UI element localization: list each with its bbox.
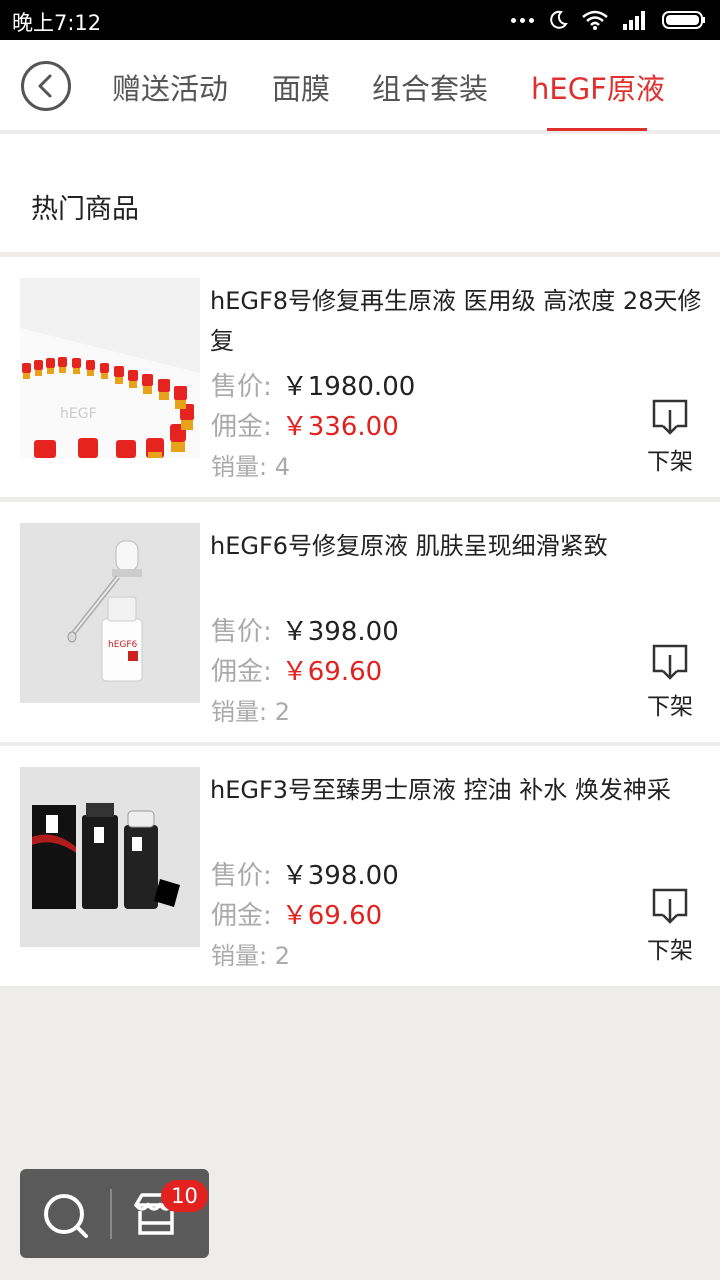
takedown-button[interactable]: 下架 (646, 643, 694, 721)
sales-count: 销量: 2 (211, 942, 290, 970)
commission-row: 佣金: ￥69.60 (211, 651, 382, 688)
search-icon[interactable] (42, 1192, 90, 1240)
status-bar: 晚上7:12 (0, 0, 720, 40)
sales-count: 销量: 4 (211, 453, 290, 481)
price-value: ￥398.00 (281, 617, 399, 647)
price-value: ￥398.00 (281, 861, 399, 891)
price-label: 售价: (211, 861, 272, 891)
takedown-icon (652, 399, 688, 435)
product-name[interactable]: hEGF8号修复再生原液 医用级 高浓度 28天修复 (210, 281, 705, 361)
tab-masks[interactable]: 面膜 (272, 66, 330, 108)
back-button[interactable] (21, 61, 71, 111)
moon-icon (550, 10, 568, 29)
svg-text:hEGF6: hEGF6 (108, 640, 138, 650)
takedown-label: 下架 (647, 449, 693, 475)
tab-hegf-serum[interactable]: hEGF原液 (531, 66, 665, 108)
tab-gift-activity[interactable]: 赠送活动 (112, 66, 228, 108)
status-time: 晚上7:12 (12, 11, 102, 35)
price-row: 售价: ￥398.00 (211, 855, 399, 892)
price-row: 售价: ￥398.00 (211, 611, 399, 648)
sales-count: 销量: 2 (211, 698, 290, 726)
commission-label: 佣金: (211, 657, 272, 687)
more-dots-icon (511, 17, 534, 23)
section-header: 热门商品 (0, 134, 720, 252)
price-row: 售价: ￥1980.00 (211, 366, 415, 403)
chevron-left-icon (38, 74, 52, 98)
active-tab-indicator (547, 128, 647, 131)
takedown-label: 下架 (647, 694, 693, 720)
commission-row: 佣金: ￥69.60 (211, 895, 382, 932)
product-name[interactable]: hEGF3号至臻男士原液 控油 补水 焕发神采 (210, 770, 705, 810)
price-label: 售价: (211, 617, 272, 647)
signal-icon (623, 11, 645, 30)
product-image-dropper: hEGF6 (20, 523, 200, 703)
product-item[interactable]: hEGF6 hEGF6号修复原液 肌肤呈现细滑紧致 售价: ￥398.00 佣金:… (0, 502, 720, 742)
status-icons (511, 8, 706, 32)
product-image[interactable]: hEGF6 (20, 523, 200, 703)
commission-value: ￥69.60 (281, 657, 383, 687)
price-value: ￥1980.00 (281, 372, 416, 402)
takedown-label: 下架 (647, 938, 693, 964)
tab-header: 赠送活动 面膜 组合套装 hEGF原液 (0, 40, 720, 132)
product-item[interactable]: hEGF3号至臻男士原液 控油 补水 焕发神采 售价: ￥398.00 佣金: ￥6… (0, 746, 720, 986)
wifi-icon (582, 10, 608, 30)
takedown-button[interactable]: 下架 (646, 398, 694, 476)
commission-label: 佣金: (211, 412, 272, 442)
product-item[interactable]: hEGF hEGF8号修复再生原液 医用级 高浓度 28天修复 售价: ￥1980… (0, 257, 720, 497)
commission-label: 佣金: (211, 901, 272, 931)
product-name[interactable]: hEGF6号修复原液 肌肤呈现细滑紧致 (210, 526, 705, 566)
takedown-icon (652, 888, 688, 924)
commission-value: ￥69.60 (281, 901, 383, 931)
float-divider (110, 1189, 112, 1239)
price-label: 售价: (211, 372, 272, 402)
takedown-icon (652, 644, 688, 680)
product-image-vials: hEGF (20, 278, 200, 458)
product-image[interactable] (20, 767, 200, 947)
svg-text:hEGF: hEGF (60, 406, 97, 422)
product-image-bottles (20, 767, 200, 947)
cart-count-badge: 10 (161, 1180, 208, 1212)
section-title: 热门商品 (31, 194, 139, 225)
takedown-button[interactable]: 下架 (646, 887, 694, 965)
tab-combo-sets[interactable]: 组合套装 (372, 66, 488, 108)
product-image[interactable]: hEGF (20, 278, 200, 458)
commission-value: ￥336.00 (281, 412, 399, 442)
commission-row: 佣金: ￥336.00 (211, 406, 399, 443)
battery-icon (662, 11, 705, 29)
